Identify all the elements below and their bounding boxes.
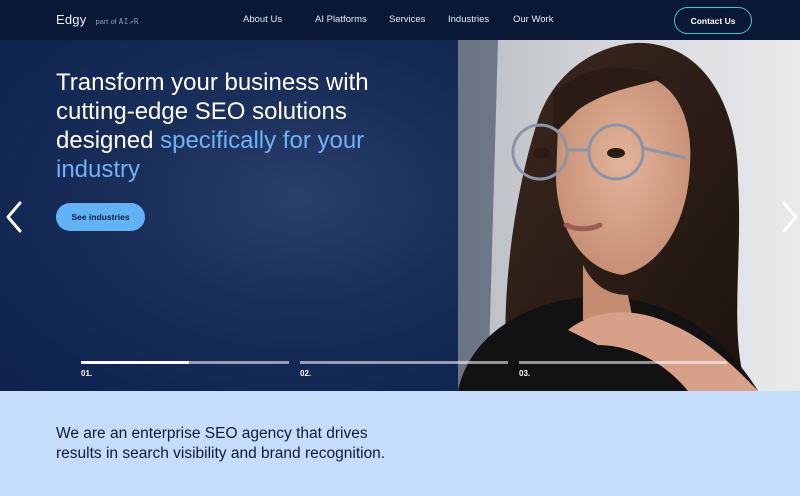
contact-us-button[interactable]: Contact Us bbox=[674, 7, 752, 34]
chevron-right-icon[interactable] bbox=[780, 200, 800, 234]
see-industries-button[interactable]: See industries bbox=[56, 203, 145, 231]
chevron-left-icon[interactable] bbox=[4, 200, 24, 234]
nav-link-our-work[interactable]: Our Work bbox=[513, 14, 573, 25]
slide-progress-1[interactable] bbox=[81, 361, 289, 364]
slide-step-label-2[interactable]: 02. bbox=[300, 369, 311, 378]
slide-progress-3[interactable] bbox=[519, 361, 727, 364]
brand-logo[interactable]: Edgy part of AI↗R bbox=[56, 12, 139, 27]
brand-parent-name: AI↗R bbox=[118, 17, 139, 26]
nav-link-about-us[interactable]: About Us bbox=[243, 14, 315, 25]
slide-step-label-3[interactable]: 03. bbox=[519, 369, 530, 378]
brand-parent: part of AI↗R bbox=[95, 17, 138, 26]
brand-name: Edgy bbox=[56, 12, 87, 27]
intro-section: We are an enterprise SEO agency that dri… bbox=[0, 391, 800, 496]
hero-headline: Transform your business with cutting-edg… bbox=[56, 68, 416, 184]
hero-carousel: Transform your business with cutting-edg… bbox=[0, 40, 800, 391]
slide-progress-fill-1 bbox=[81, 361, 190, 364]
intro-text: We are an enterprise SEO agency that dri… bbox=[56, 425, 386, 462]
nav-link-ai-platforms[interactable]: AI Platforms bbox=[315, 14, 389, 25]
slide-step-label-1[interactable]: 01. bbox=[81, 369, 92, 378]
top-nav: Edgy part of AI↗R About Us AI Platforms … bbox=[0, 0, 800, 40]
hero-photo bbox=[458, 40, 800, 391]
slide-progress-2[interactable] bbox=[300, 361, 508, 364]
nav-links: About Us AI Platforms Services Industrie… bbox=[243, 14, 573, 25]
nav-link-services[interactable]: Services bbox=[389, 14, 448, 25]
nav-link-industries[interactable]: Industries bbox=[448, 14, 513, 25]
brand-parent-prefix: part of bbox=[95, 17, 117, 26]
